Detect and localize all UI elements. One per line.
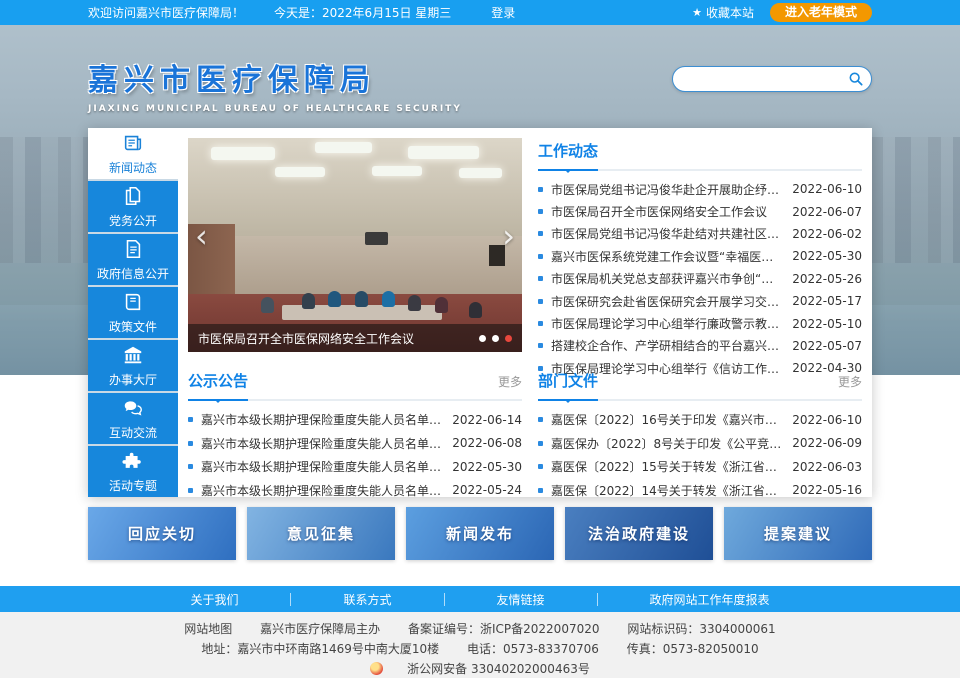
footer-nav-annual-report[interactable]: 政府网站工作年度报表 xyxy=(598,591,822,608)
carousel-next-arrow-icon[interactable]: › xyxy=(502,220,515,252)
site-subtitle: JIAXING MUNICIPAL BUREAU OF HEALTHCARE S… xyxy=(88,104,462,114)
carousel-dot-active[interactable] xyxy=(505,335,512,342)
list-item: 市医保研究会赴省医保研究会开展学习交流活动2022-05-17 xyxy=(538,290,862,312)
section-department-documents: 部门文件 更多 嘉医保〔2022〕16号关于印发《嘉兴市医疗保...2022-0… xyxy=(538,370,862,502)
icp-number: 备案证编号：浙ICP备2022007020 xyxy=(408,622,600,636)
list-item: 嘉兴市本级长期护理保险重度失能人员名单公示（2...2022-06-14 xyxy=(188,408,522,432)
section-title[interactable]: 工作动态 xyxy=(538,140,598,171)
sidebar-item-party-affairs[interactable]: 党务公开 xyxy=(88,181,178,232)
puzzle-icon xyxy=(122,450,144,472)
site-title: 嘉兴市医疗保障局 xyxy=(88,55,462,99)
list-item: 嘉医保〔2022〕14号关于转发《浙江省医疗保...2022-05-16 xyxy=(538,479,862,503)
footer: 网站地图 嘉兴市医疗保障局主办 备案证编号：浙ICP备2022007020 网站… xyxy=(0,612,960,678)
section-public-notices: 公示公告 更多 嘉兴市本级长期护理保险重度失能人员名单公示（2...2022-0… xyxy=(188,370,522,502)
footer-nav-contact[interactable]: 联系方式 xyxy=(291,591,443,608)
list-item: 市医保局党组书记冯俊华赴企开展助企纾困活动2022-06-10 xyxy=(538,178,862,200)
sidebar-item-interaction[interactable]: 互动交流 xyxy=(88,393,178,444)
chat-bubbles-icon xyxy=(122,397,144,419)
footer-nav-about[interactable]: 关于我们 xyxy=(138,591,290,608)
carousel-dots xyxy=(479,335,512,342)
favorite-link[interactable]: ★收藏本站 xyxy=(692,4,754,21)
newspaper-icon xyxy=(122,132,144,154)
address-text: 地址：嘉兴市中环南路1469号中南大厦10楼 xyxy=(201,642,439,656)
phone-text: 电话：0573-83370706 xyxy=(467,642,599,656)
footer-nav: 关于我们 联系方式 友情链接 政府网站工作年度报表 xyxy=(0,586,960,612)
national-emblem-icon xyxy=(370,662,383,675)
elder-mode-button[interactable]: 进入老年模式 xyxy=(770,3,872,22)
list-item: 嘉医保办〔2022〕8号关于印发《公平竞争审查...2022-06-09 xyxy=(538,432,862,456)
banner-law-government[interactable]: 法治政府建设 xyxy=(565,507,713,560)
document-icon xyxy=(122,238,144,260)
list-item: 市医保局党组书记冯俊华赴结对共建社区指导全国文...2022-06-02 xyxy=(538,223,862,245)
list-item: 市医保局理论学习中心组举行廉政警示教育专题学习...2022-05-10 xyxy=(538,312,862,334)
sidebar-item-gov-info[interactable]: 政府信息公开 xyxy=(88,234,178,285)
banner-news-release[interactable]: 新闻发布 xyxy=(406,507,554,560)
list-item: 嘉兴市本级长期护理保险重度失能人员名单公示（2...2022-05-24 xyxy=(188,479,522,503)
banner-opinion-collection[interactable]: 意见征集 xyxy=(247,507,395,560)
shortcut-banners: 回应关切 意见征集 新闻发布 法治政府建设 提案建议 xyxy=(88,507,872,560)
section-title[interactable]: 公示公告 xyxy=(188,370,248,401)
sidebar-nav: 新闻动态 党务公开 政府信息公开 政策文件 办事大厅 互动交流 xyxy=(88,128,178,497)
section-title[interactable]: 部门文件 xyxy=(538,370,598,401)
sidebar-item-policy-docs[interactable]: 政策文件 xyxy=(88,287,178,338)
carousel-caption[interactable]: 市医保局召开全市医保网络安全工作会议 xyxy=(198,330,414,347)
security-record-text[interactable]: 浙公网安备 33040202000463号 xyxy=(407,662,590,676)
list-item: 嘉医保〔2022〕15号关于转发《浙江省医疗保...2022-06-03 xyxy=(538,455,862,479)
list-item: 嘉兴市本级长期护理保险重度失能人员名单公示（2...2022-05-30 xyxy=(188,455,522,479)
main-content-card: 新闻动态 党务公开 政府信息公开 政策文件 办事大厅 互动交流 xyxy=(88,128,872,497)
banner-respond-concerns[interactable]: 回应关切 xyxy=(88,507,236,560)
list-item: 嘉兴市医保系统党建工作会议暨“幸福医保”党建联...2022-05-30 xyxy=(538,245,862,267)
carousel-prev-arrow-icon[interactable]: ‹ xyxy=(195,220,208,252)
carousel-photo-meeting-room xyxy=(188,138,522,236)
search-input[interactable] xyxy=(673,72,841,86)
carousel-dot[interactable] xyxy=(479,335,486,342)
list-item: 市医保局机关党总支部获评嘉兴市争创“建设清廉机...2022-05-26 xyxy=(538,268,862,290)
welcome-text: 欢迎访问嘉兴市医疗保障局！ xyxy=(88,4,244,21)
more-link[interactable]: 更多 xyxy=(498,373,522,390)
carousel-caption-bar: 市医保局召开全市医保网络安全工作会议 xyxy=(188,324,522,352)
carousel-dot[interactable] xyxy=(492,335,499,342)
page: 欢迎访问嘉兴市医疗保障局！ 今天是：2022年6月15日 星期三 登录 ★收藏本… xyxy=(0,0,960,678)
date-text: 今天是：2022年6月15日 星期三 xyxy=(274,4,451,21)
site-id-number: 网站标识码：3304000061 xyxy=(627,622,775,636)
search-icon[interactable] xyxy=(841,67,871,91)
sitemap-link[interactable]: 网站地图 xyxy=(184,622,232,636)
book-icon xyxy=(122,291,144,313)
more-link[interactable]: 更多 xyxy=(838,373,862,390)
sidebar-item-news[interactable]: 新闻动态 xyxy=(88,128,178,179)
fax-text: 传真：0573-82050010 xyxy=(627,642,759,656)
section-work-dynamics: 工作动态 市医保局党组书记冯俊华赴企开展助企纾困活动2022-06-10 市医保… xyxy=(538,140,862,380)
banner-proposals[interactable]: 提案建议 xyxy=(724,507,872,560)
top-bar: 欢迎访问嘉兴市医疗保障局！ 今天是：2022年6月15日 星期三 登录 ★收藏本… xyxy=(0,0,960,25)
sidebar-item-special-topics[interactable]: 活动专题 xyxy=(88,446,178,497)
copy-pages-icon xyxy=(122,185,144,207)
list-item: 嘉医保〔2022〕16号关于印发《嘉兴市医疗保...2022-06-10 xyxy=(538,408,862,432)
search-box[interactable] xyxy=(672,66,872,92)
host-text: 嘉兴市医疗保障局主办 xyxy=(260,622,380,636)
news-carousel[interactable]: ‹ › 市医保局召开全市医保网络安全工作会议 xyxy=(188,138,522,352)
footer-nav-links[interactable]: 友情链接 xyxy=(445,591,597,608)
star-icon: ★ xyxy=(692,6,702,19)
list-item: 嘉兴市本级长期护理保险重度失能人员名单公示（2...2022-06-08 xyxy=(188,432,522,456)
list-item: 搭建校企合作、产学研相结合的平台嘉兴市长期护理...2022-05-07 xyxy=(538,335,862,357)
list-item: 市医保局召开全市医保网络安全工作会议2022-06-07 xyxy=(538,200,862,222)
login-link[interactable]: 登录 xyxy=(491,4,515,21)
sidebar-item-service-hall[interactable]: 办事大厅 xyxy=(88,340,178,391)
bank-icon xyxy=(122,344,144,366)
